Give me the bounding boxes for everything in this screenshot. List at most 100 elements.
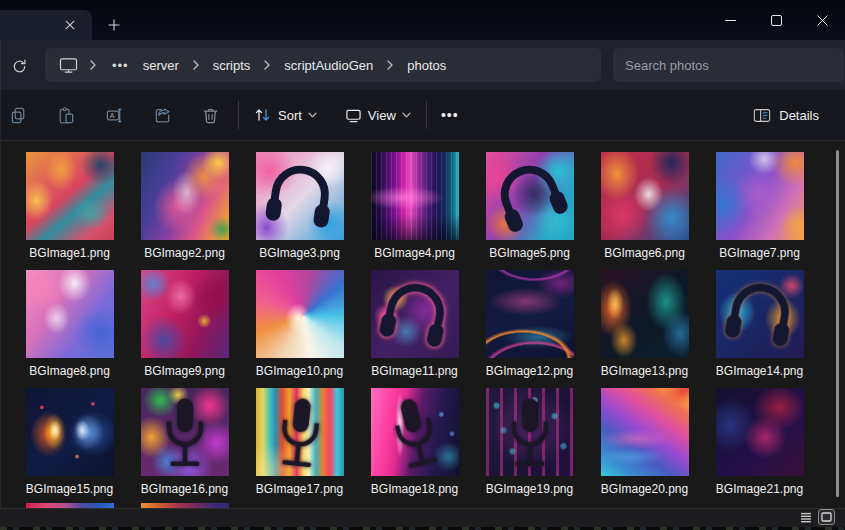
copy-button[interactable]: [0, 98, 38, 132]
file-thumbnail: [601, 270, 689, 358]
file-item[interactable]: BGImage6.png: [587, 152, 702, 270]
view-icon: [345, 108, 362, 123]
vertical-scrollbar[interactable]: [836, 150, 839, 497]
breadcrumb-item[interactable]: scripts: [207, 58, 257, 73]
file-name: BGImage16.png: [141, 482, 228, 496]
file-name: BGImage10.png: [256, 364, 343, 378]
file-item[interactable]: BGImage14.png: [702, 270, 817, 388]
details-view-toggle[interactable]: [797, 509, 814, 525]
file-item[interactable]: BGImage8.png: [12, 270, 127, 388]
file-thumbnail: [716, 388, 804, 476]
file-name: BGImage12.png: [486, 364, 573, 378]
file-name: BGImage1.png: [29, 246, 110, 260]
delete-button[interactable]: [190, 98, 230, 132]
titlebar: [0, 0, 845, 40]
large-icons-view-toggle[interactable]: [818, 509, 835, 525]
file-thumbnail: [486, 152, 574, 240]
file-name: BGImage9.png: [144, 364, 225, 378]
file-item[interactable]: BGImage15.png: [12, 388, 127, 506]
command-toolbar: A Sort View ••• Details: [0, 90, 845, 141]
file-item[interactable]: BGImage7.png: [702, 152, 817, 270]
file-name: BGImage6.png: [604, 246, 685, 260]
breadcrumb-overflow-button[interactable]: •••: [104, 58, 137, 73]
file-thumbnail: [26, 270, 114, 358]
file-thumbnail: [601, 388, 689, 476]
file-name: BGImage4.png: [374, 246, 455, 260]
share-button[interactable]: [142, 98, 182, 132]
refresh-icon[interactable]: [8, 55, 30, 77]
file-name: BGImage14.png: [716, 364, 803, 378]
explorer-tab[interactable]: [0, 10, 92, 40]
file-thumbnail: [26, 152, 114, 240]
file-name: BGImage19.png: [486, 482, 573, 496]
file-explorer-window: ••• server scripts scriptAudioGen photos Se…: [0, 0, 845, 530]
file-thumbnail: [371, 388, 459, 476]
file-thumbnail: [256, 388, 344, 476]
file-item[interactable]: BGImage19.png: [472, 388, 587, 506]
file-name: BGImage17.png: [256, 482, 343, 496]
file-name: BGImage21.png: [716, 482, 803, 496]
file-name: BGImage11.png: [371, 364, 458, 378]
file-item[interactable]: BGImage5.png: [472, 152, 587, 270]
file-thumbnail: [601, 152, 689, 240]
breadcrumb-item[interactable]: scriptAudioGen: [278, 58, 379, 73]
file-item[interactable]: BGImage20.png: [587, 388, 702, 506]
maximize-button[interactable]: [753, 0, 799, 40]
details-button[interactable]: Details: [739, 98, 833, 132]
file-name: BGImage5.png: [489, 246, 570, 260]
file-thumbnail: [26, 388, 114, 476]
sort-button[interactable]: Sort: [247, 98, 324, 132]
file-name: BGImage15.png: [26, 482, 113, 496]
file-item[interactable]: BGImage3.png: [242, 152, 357, 270]
file-item[interactable]: BGImage17.png: [242, 388, 357, 506]
minimize-button[interactable]: [707, 0, 753, 40]
file-item[interactable]: BGImage12.png: [472, 270, 587, 388]
file-thumbnail: [486, 270, 574, 358]
chevron-down-icon: [308, 112, 317, 118]
tab-close-icon[interactable]: [62, 17, 78, 33]
file-thumbnail: [256, 152, 344, 240]
file-thumbnail: [486, 388, 574, 476]
view-button[interactable]: View: [338, 98, 418, 132]
svg-text:A: A: [109, 111, 114, 119]
window-controls: [707, 0, 845, 40]
file-item[interactable]: BGImage18.png: [357, 388, 472, 506]
file-name: BGImage18.png: [371, 482, 458, 496]
details-icon: [753, 108, 771, 123]
file-thumbnail: [371, 270, 459, 358]
view-label: View: [368, 108, 396, 123]
status-bar: [0, 508, 845, 527]
search-placeholder: Search photos: [625, 58, 709, 73]
file-item[interactable]: BGImage16.png: [127, 388, 242, 506]
file-thumbnail: [371, 152, 459, 240]
breadcrumb-item[interactable]: photos: [401, 58, 452, 73]
rename-button[interactable]: A: [94, 98, 134, 132]
file-item[interactable]: BGImage9.png: [127, 270, 242, 388]
search-input[interactable]: Search photos: [613, 48, 844, 82]
file-item[interactable]: BGImage4.png: [357, 152, 472, 270]
breadcrumb: ••• server scripts scriptAudioGen photos: [45, 48, 601, 82]
file-thumbnail: [256, 270, 344, 358]
file-grid-area: BGImage1.png BGImage2.png BGImage3.png BGIm…: [0, 141, 845, 508]
file-item[interactable]: BGImage13.png: [587, 270, 702, 388]
file-item[interactable]: BGImage21.png: [702, 388, 817, 506]
file-name: BGImage8.png: [29, 364, 110, 378]
this-pc-icon[interactable]: [55, 57, 82, 74]
more-options-button[interactable]: •••: [435, 98, 465, 132]
file-thumbnail: [716, 270, 804, 358]
sort-icon: [254, 107, 272, 123]
file-thumbnail: [716, 152, 804, 240]
chevron-right-icon: [89, 60, 97, 70]
file-item[interactable]: BGImage1.png: [12, 152, 127, 270]
breadcrumb-item[interactable]: server: [137, 58, 185, 73]
new-tab-button[interactable]: [101, 13, 127, 37]
file-thumbnail: [141, 388, 229, 476]
chevron-right-icon: [386, 60, 394, 70]
paste-button[interactable]: [46, 98, 86, 132]
file-name: BGImage2.png: [144, 246, 225, 260]
file-item[interactable]: BGImage10.png: [242, 270, 357, 388]
file-name: BGImage7.png: [719, 246, 800, 260]
close-button[interactable]: [799, 0, 845, 40]
file-item[interactable]: BGImage11.png: [357, 270, 472, 388]
file-item[interactable]: BGImage2.png: [127, 152, 242, 270]
